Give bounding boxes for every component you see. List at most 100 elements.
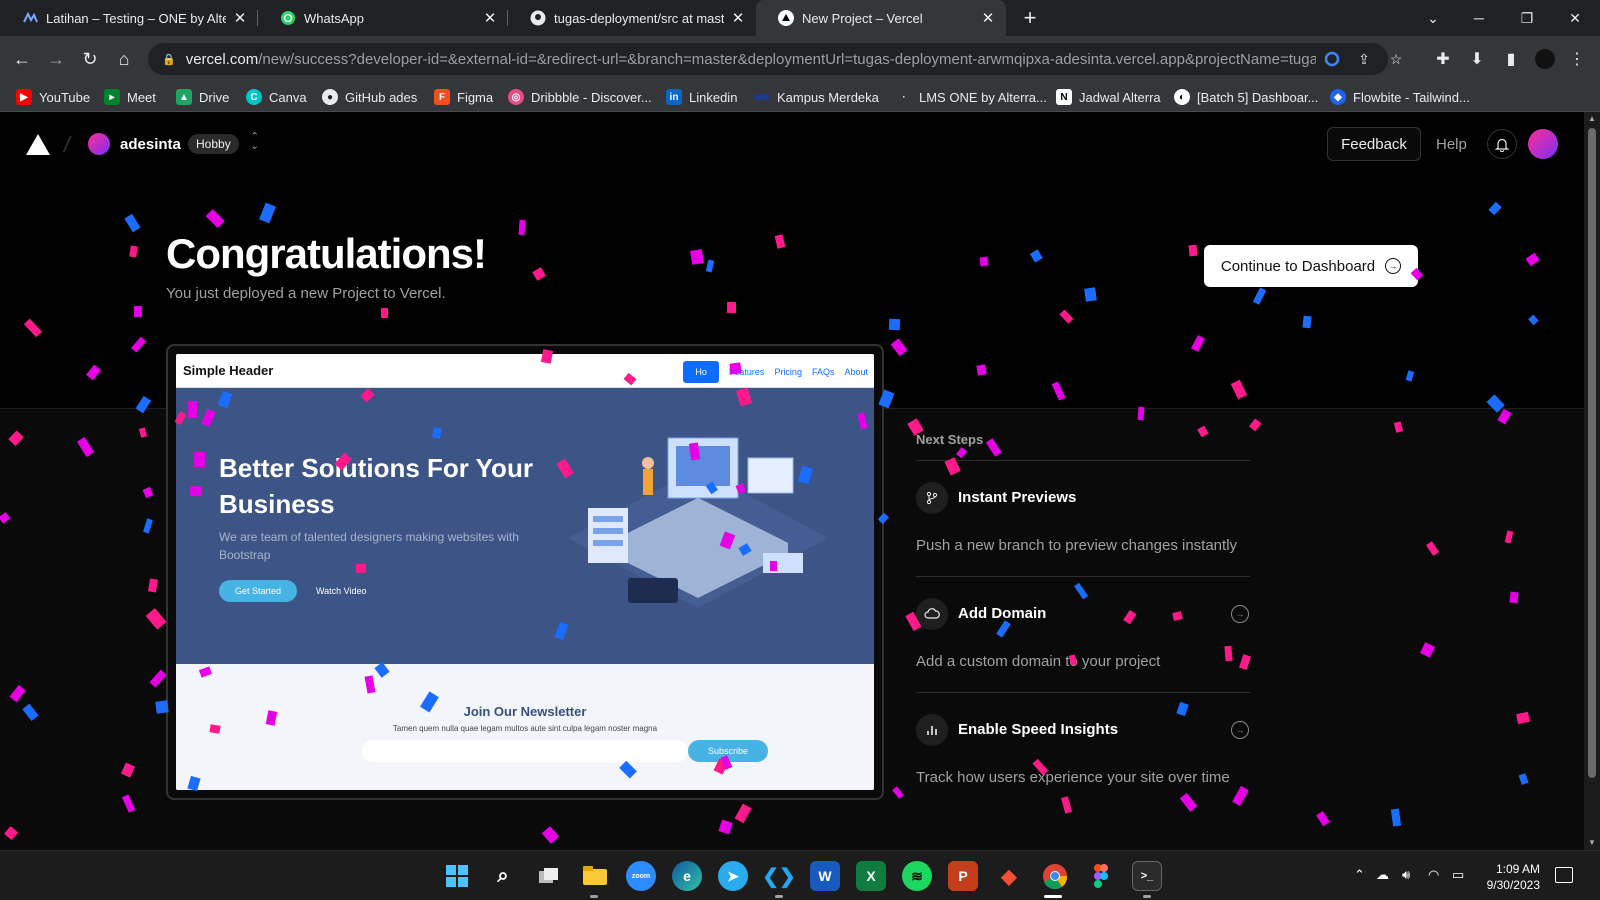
help-link[interactable]: Help	[1436, 136, 1467, 153]
close-icon[interactable]: ✕	[980, 9, 996, 27]
bookmark-github-ades[interactable]: ● GitHub ades	[322, 88, 417, 106]
tab-github[interactable]: tugas-deployment/src at master ✕	[508, 0, 756, 36]
wifi-icon[interactable]: ◠	[1428, 867, 1439, 883]
confetti-piece	[124, 214, 142, 233]
zoom-icon[interactable]: zoom	[626, 861, 656, 891]
confetti-piece	[531, 267, 546, 281]
confetti-piece	[890, 338, 907, 356]
preview-get-started-button: Get Started	[219, 580, 297, 602]
bookmark-label: Linkedin	[689, 89, 738, 105]
bookmark-youtube[interactable]: ▶ YouTube	[16, 88, 90, 106]
continue-to-dashboard-button[interactable]: Continue to Dashboard →	[1204, 245, 1418, 287]
menu-kebab-icon[interactable]: ⋮	[1566, 48, 1588, 70]
team-avatar[interactable]	[88, 133, 110, 155]
word-icon[interactable]: W	[810, 861, 840, 891]
powerpoint-icon[interactable]: P	[948, 861, 978, 891]
tab-title: New Project – Vercel	[802, 10, 923, 26]
tab-vercel-new-project[interactable]: New Project – Vercel ✕	[756, 0, 1006, 36]
file-explorer-icon[interactable]	[580, 861, 610, 891]
confetti-piece	[1405, 370, 1415, 382]
tab-whatsapp[interactable]: WhatsApp ✕	[258, 0, 508, 36]
home-button[interactable]: ⌂	[110, 45, 138, 73]
next-step-description: Add a custom domain to your project	[916, 653, 1161, 670]
chevron-up-icon[interactable]: ⌃	[1354, 867, 1365, 883]
edge-icon[interactable]: e	[672, 861, 702, 891]
notification-center-icon[interactable]	[1555, 867, 1573, 883]
confetti-piece	[23, 318, 42, 338]
bookmark-drive[interactable]: ▲ Drive	[176, 88, 229, 106]
close-window-button[interactable]: ✕	[1552, 0, 1598, 36]
scroll-down-arrow-icon[interactable]: ▼	[1584, 838, 1600, 847]
new-tab-button[interactable]: +	[1016, 4, 1044, 32]
task-view-icon[interactable]	[534, 861, 564, 891]
tab-latihan-testing[interactable]: Latihan – Testing – ONE by Alterra ✕	[0, 0, 258, 36]
figma-icon[interactable]	[1086, 861, 1116, 891]
reload-button[interactable]: ↻	[76, 45, 104, 73]
vercel-icon	[778, 10, 794, 26]
scroll-up-arrow-icon[interactable]: ▲	[1584, 114, 1600, 123]
arrow-right-circle-icon[interactable]: →	[1231, 605, 1249, 623]
onedrive-cloud-icon[interactable]: ☁	[1376, 867, 1389, 883]
confetti-piece	[774, 234, 785, 249]
bookmark-meet[interactable]: ▸ Meet	[104, 88, 156, 106]
close-icon[interactable]: ✕	[482, 9, 498, 27]
side-panel-icon[interactable]: ▮	[1500, 48, 1522, 70]
bookmark-batch5-dashboard[interactable]: ◐ [Batch 5] Dashboar...	[1174, 88, 1318, 106]
forward-button[interactable]: →	[42, 45, 70, 73]
arrow-right-circle-icon[interactable]: →	[1231, 721, 1249, 739]
taskbar-clock[interactable]: 1:09 AM 9/30/2023	[1466, 861, 1540, 893]
address-bar[interactable]: 🔒 vercel.com/new/success?developer-id=&e…	[148, 43, 1402, 75]
volume-icon[interactable]: 🔊︎	[1402, 867, 1410, 883]
confetti-piece	[355, 563, 366, 574]
git-icon[interactable]: ◆	[994, 861, 1024, 891]
vscode-icon[interactable]: ❮❯	[762, 861, 796, 891]
chrome-icon[interactable]	[1040, 861, 1070, 891]
telegram-icon[interactable]: ➤	[718, 861, 748, 891]
tab-title: tugas-deployment/src at master	[554, 10, 724, 26]
tab-search-chevron-icon[interactable]: ⌄	[1410, 0, 1456, 36]
close-icon[interactable]: ✕	[232, 9, 248, 27]
next-step-add-domain[interactable]: Add Domain	[958, 605, 1046, 622]
deployment-preview-card[interactable]: Simple Header Ho Features Pricing FAQs A…	[166, 344, 884, 800]
kampus-merdeka-icon	[754, 94, 770, 100]
minimize-button[interactable]: ─	[1456, 0, 1502, 36]
battery-icon[interactable]: ▭	[1452, 867, 1464, 883]
feedback-button[interactable]: Feedback	[1327, 127, 1421, 161]
bookmark-figma[interactable]: F Figma	[434, 88, 493, 106]
bookmark-lms-one[interactable]: · LMS ONE by Alterra...	[896, 88, 1047, 106]
windows-start-icon[interactable]	[442, 861, 472, 891]
next-step-enable-speed-insights[interactable]: Enable Speed Insights	[958, 721, 1118, 738]
profile-avatar[interactable]	[1534, 48, 1556, 70]
terminal-icon[interactable]: >_	[1132, 861, 1162, 891]
linkedin-icon: in	[666, 89, 682, 105]
close-icon[interactable]: ✕	[730, 9, 746, 27]
back-button[interactable]: ←	[8, 45, 36, 73]
bookmark-dribbble[interactable]: ◎ Dribbble - Discover...	[508, 88, 652, 106]
bookmark-kampus-merdeka[interactable]: Kampus Merdeka	[754, 88, 879, 106]
next-step-instant-previews[interactable]: Instant Previews	[958, 489, 1076, 506]
confetti-piece	[769, 560, 777, 572]
search-icon[interactable]: ⌕	[488, 861, 518, 891]
team-name[interactable]: adesinta	[120, 136, 181, 153]
team-switcher-icon[interactable]: ⌃ ⌄	[250, 132, 259, 152]
bookmark-star-icon[interactable]: ☆	[1386, 49, 1406, 69]
user-avatar[interactable]	[1528, 129, 1558, 159]
extensions-icon[interactable]: ✚	[1432, 48, 1454, 70]
spotify-icon[interactable]: ≋	[902, 861, 932, 891]
restore-button[interactable]: ❐	[1504, 0, 1550, 36]
google-lens-icon[interactable]	[1322, 49, 1342, 69]
bookmark-flowbite[interactable]: ◆ Flowbite - Tailwind...	[1330, 88, 1470, 106]
bookmark-jadwal-alterra[interactable]: N Jadwal Alterra	[1056, 88, 1161, 106]
confetti-piece	[189, 485, 202, 497]
download-icon[interactable]: ⬇	[1466, 48, 1488, 70]
bookmark-linkedin[interactable]: in Linkedin	[666, 88, 737, 106]
drive-icon: ▲	[176, 89, 192, 105]
bookmark-label: Drive	[199, 89, 230, 105]
bookmark-canva[interactable]: C Canva	[246, 88, 307, 106]
share-icon[interactable]: ⇪	[1354, 49, 1374, 69]
vercel-logo-icon[interactable]	[26, 134, 50, 155]
excel-icon[interactable]: X	[856, 861, 886, 891]
notification-bell-icon[interactable]	[1487, 129, 1517, 159]
scrollbar-thumb[interactable]	[1588, 128, 1596, 778]
page-scrollbar[interactable]: ▲ ▼	[1584, 112, 1600, 850]
